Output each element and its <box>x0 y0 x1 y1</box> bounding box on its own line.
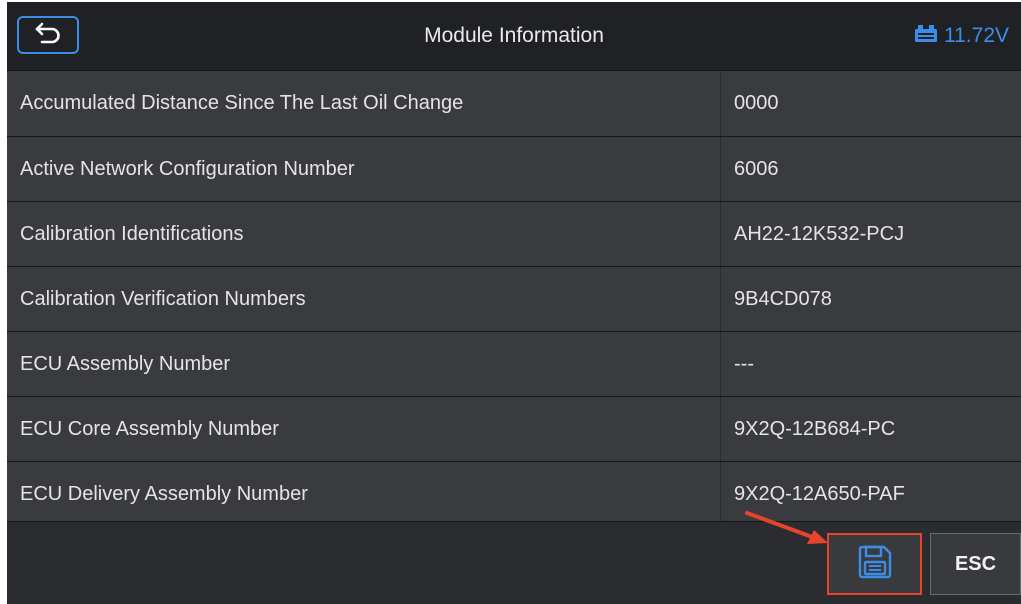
row-label: Accumulated Distance Since The Last Oil … <box>7 71 721 136</box>
row-label: ECU Delivery Assembly Number <box>7 462 721 526</box>
battery-voltage: 11.72V <box>914 2 1009 70</box>
row-value: 9B4CD078 <box>734 287 832 310</box>
annotation-arrow-icon <box>745 511 828 544</box>
footer-toolbar: ESC <box>7 521 1021 604</box>
row-value: 9X2Q-12B684-PC <box>734 417 896 440</box>
table-row[interactable]: Accumulated Distance Since The Last Oil … <box>7 70 1021 136</box>
table-row[interactable]: Calibration Verification Numbers 9B4CD07… <box>7 266 1021 331</box>
app-screen: Module Information 11.72V Accumulated Di… <box>7 2 1021 604</box>
row-label: Active Network Configuration Number <box>7 137 721 201</box>
row-value: 0000 <box>734 92 779 114</box>
row-value: 6006 <box>734 157 779 180</box>
module-info-table: Accumulated Distance Since The Last Oil … <box>7 70 1021 526</box>
table-row[interactable]: ECU Assembly Number --- <box>7 331 1021 396</box>
row-value: --- <box>734 352 754 375</box>
row-value: AH22-12K532-PCJ <box>734 222 905 245</box>
row-label: ECU Assembly Number <box>7 332 721 396</box>
esc-button[interactable]: ESC <box>930 533 1021 595</box>
save-button[interactable] <box>827 533 922 595</box>
battery-icon <box>914 23 938 49</box>
table-row[interactable]: Active Network Configuration Number 6006 <box>7 136 1021 201</box>
save-icon <box>857 544 893 585</box>
back-icon <box>33 21 63 50</box>
table-row[interactable]: ECU Core Assembly Number 9X2Q-12B684-PC <box>7 396 1021 461</box>
row-label: ECU Core Assembly Number <box>7 397 721 461</box>
row-label: Calibration Verification Numbers <box>7 267 721 331</box>
header-bar: Module Information 11.72V <box>7 2 1021 70</box>
page-title: Module Information <box>424 24 604 47</box>
back-button[interactable] <box>17 16 79 54</box>
table-row[interactable]: Calibration Identifications AH22-12K532-… <box>7 201 1021 266</box>
row-label: Calibration Identifications <box>7 202 721 266</box>
table-row[interactable]: ECU Delivery Assembly Number 9X2Q-12A650… <box>7 461 1021 526</box>
voltage-value: 11.72V <box>944 24 1009 47</box>
